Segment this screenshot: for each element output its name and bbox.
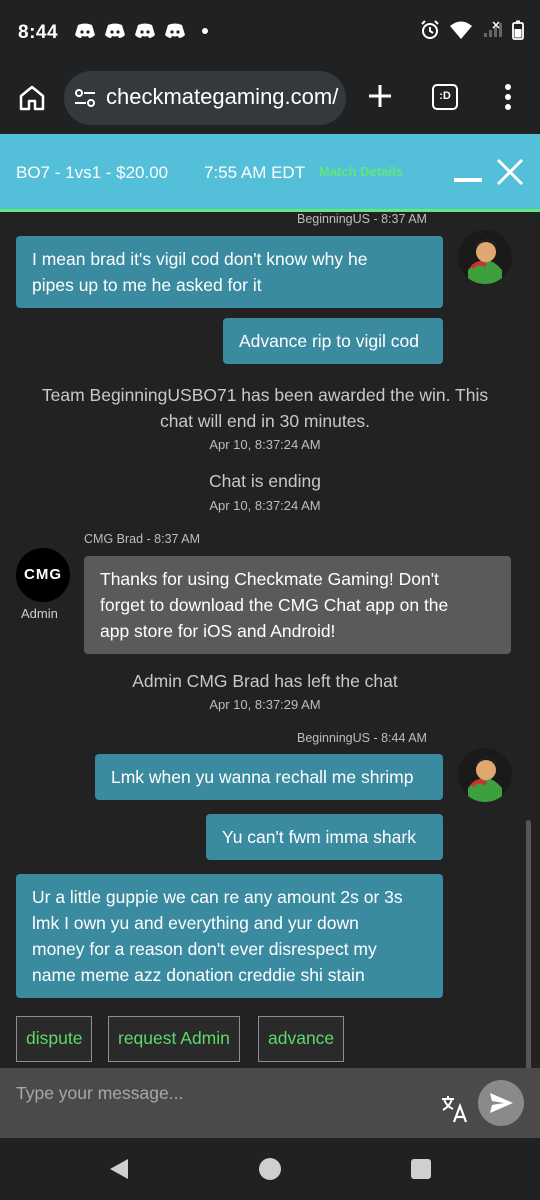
system-timestamp: Apr 10, 8:37:24 AM xyxy=(209,498,321,513)
message-line: Advance rip to vigil cod xyxy=(239,331,419,351)
message-bubble: I mean brad it's vigil cod don't know wh… xyxy=(16,236,443,308)
system-line: Team BeginningUSBO71 has been awarded th… xyxy=(41,385,489,405)
recents-button[interactable] xyxy=(411,1159,431,1179)
chat-messages[interactable]: BeginningUS - 8:37 AM I mean brad it's v… xyxy=(0,212,540,1068)
close-icon[interactable] xyxy=(496,158,524,186)
send-button[interactable] xyxy=(478,1080,524,1126)
new-tab-icon[interactable] xyxy=(366,82,394,110)
chat-scrollbar[interactable] xyxy=(526,820,531,1070)
browser-toolbar: checkmategaming.com/ :D xyxy=(0,64,540,134)
message-bubble: Yu can't fwm imma shark xyxy=(206,814,443,860)
dispute-button[interactable]: dispute xyxy=(16,1016,93,1062)
site-settings-icon[interactable] xyxy=(74,87,96,109)
message-input[interactable] xyxy=(16,1078,416,1108)
back-icon[interactable] xyxy=(108,1157,130,1181)
system-timestamp: Apr 10, 8:37:29 AM xyxy=(209,697,321,712)
match-header: BO7 - 1vs1 - $20.00 7:55 AM EDT Match De… xyxy=(0,134,540,212)
discord-icon xyxy=(165,23,185,38)
match-title: BO7 - 1vs1 - $20.00 xyxy=(16,163,169,182)
message-line: name meme azz donation creddie shi stain xyxy=(32,965,365,985)
avatar-image-icon xyxy=(458,230,512,284)
system-message: Admin CMG Brad has left the chat xyxy=(132,671,398,691)
minimize-chat-button[interactable] xyxy=(454,178,482,182)
notification-icons xyxy=(74,23,208,39)
discord-icon xyxy=(135,23,155,38)
more-notifications-dot xyxy=(202,28,208,34)
battery-icon xyxy=(512,20,524,40)
status-bar: 8:44 xyxy=(0,0,540,64)
message-line: Yu can't fwm imma shark xyxy=(222,827,416,847)
url-text: checkmategaming.com/ xyxy=(106,84,339,109)
wifi-icon xyxy=(450,21,472,39)
message-line: Ur a little guppie we can re any amount … xyxy=(32,887,403,907)
system-icons xyxy=(420,20,524,40)
home-button[interactable] xyxy=(259,1158,281,1180)
address-bar[interactable]: checkmategaming.com/ xyxy=(64,71,346,125)
message-bubble: Ur a little guppie we can re any amount … xyxy=(16,874,443,998)
avatar-image-icon xyxy=(458,748,512,802)
message-composer xyxy=(0,1068,540,1138)
user-avatar xyxy=(458,230,512,284)
signal-icon xyxy=(484,21,502,37)
send-icon xyxy=(490,1093,513,1113)
message-line: lmk I own yu and everything and yur down xyxy=(32,913,359,933)
message-meta: BeginningUS - 8:37 AM xyxy=(297,212,427,226)
message-bubble: Thanks for using Checkmate Gaming! Don't… xyxy=(84,556,511,654)
discord-icon xyxy=(75,23,95,38)
match-time: 7:55 AM EDT xyxy=(204,163,306,182)
request-admin-button[interactable]: request Admin xyxy=(108,1016,240,1062)
system-message: Chat is ending xyxy=(209,471,321,491)
more-vert-icon[interactable] xyxy=(498,82,518,112)
message-line: app store for iOS and Android! xyxy=(100,621,336,641)
translate-icon[interactable] xyxy=(440,1094,470,1124)
message-line: forget to download the CMG Chat app on t… xyxy=(100,595,449,615)
admin-avatar: CMG xyxy=(16,548,70,602)
home-icon[interactable] xyxy=(18,84,46,112)
system-nav-bar xyxy=(0,1138,540,1200)
tab-switcher-button[interactable]: :D xyxy=(432,84,458,110)
message-bubble: Advance rip to vigil cod xyxy=(223,318,443,364)
system-line: chat will end in 30 minutes. xyxy=(159,411,371,431)
alarm-icon xyxy=(421,20,439,39)
discord-icon xyxy=(105,23,125,38)
advance-button[interactable]: advance xyxy=(258,1016,345,1062)
match-details-link[interactable]: Match Details xyxy=(319,164,403,179)
message-meta: CMG Brad - 8:37 AM xyxy=(84,532,201,546)
message-line: Lmk when yu wanna rechall me shrimp xyxy=(111,767,414,787)
message-line: money for a reason don't ever disrespect… xyxy=(32,939,377,959)
admin-label: Admin xyxy=(21,606,58,621)
system-message: Team BeginningUSBO71 has been awarded th… xyxy=(20,382,510,434)
system-timestamp: Apr 10, 8:37:24 AM xyxy=(209,437,321,452)
message-meta: BeginningUS - 8:44 AM xyxy=(297,731,427,745)
user-avatar xyxy=(458,748,512,802)
status-time: 8:44 xyxy=(18,22,59,43)
message-line: Thanks for using Checkmate Gaming! Don't xyxy=(100,569,439,589)
message-line: pipes up to me he asked for it xyxy=(32,275,262,295)
message-line: I mean brad it's vigil cod don't know wh… xyxy=(32,249,368,269)
message-bubble: Lmk when yu wanna rechall me shrimp xyxy=(95,754,443,800)
